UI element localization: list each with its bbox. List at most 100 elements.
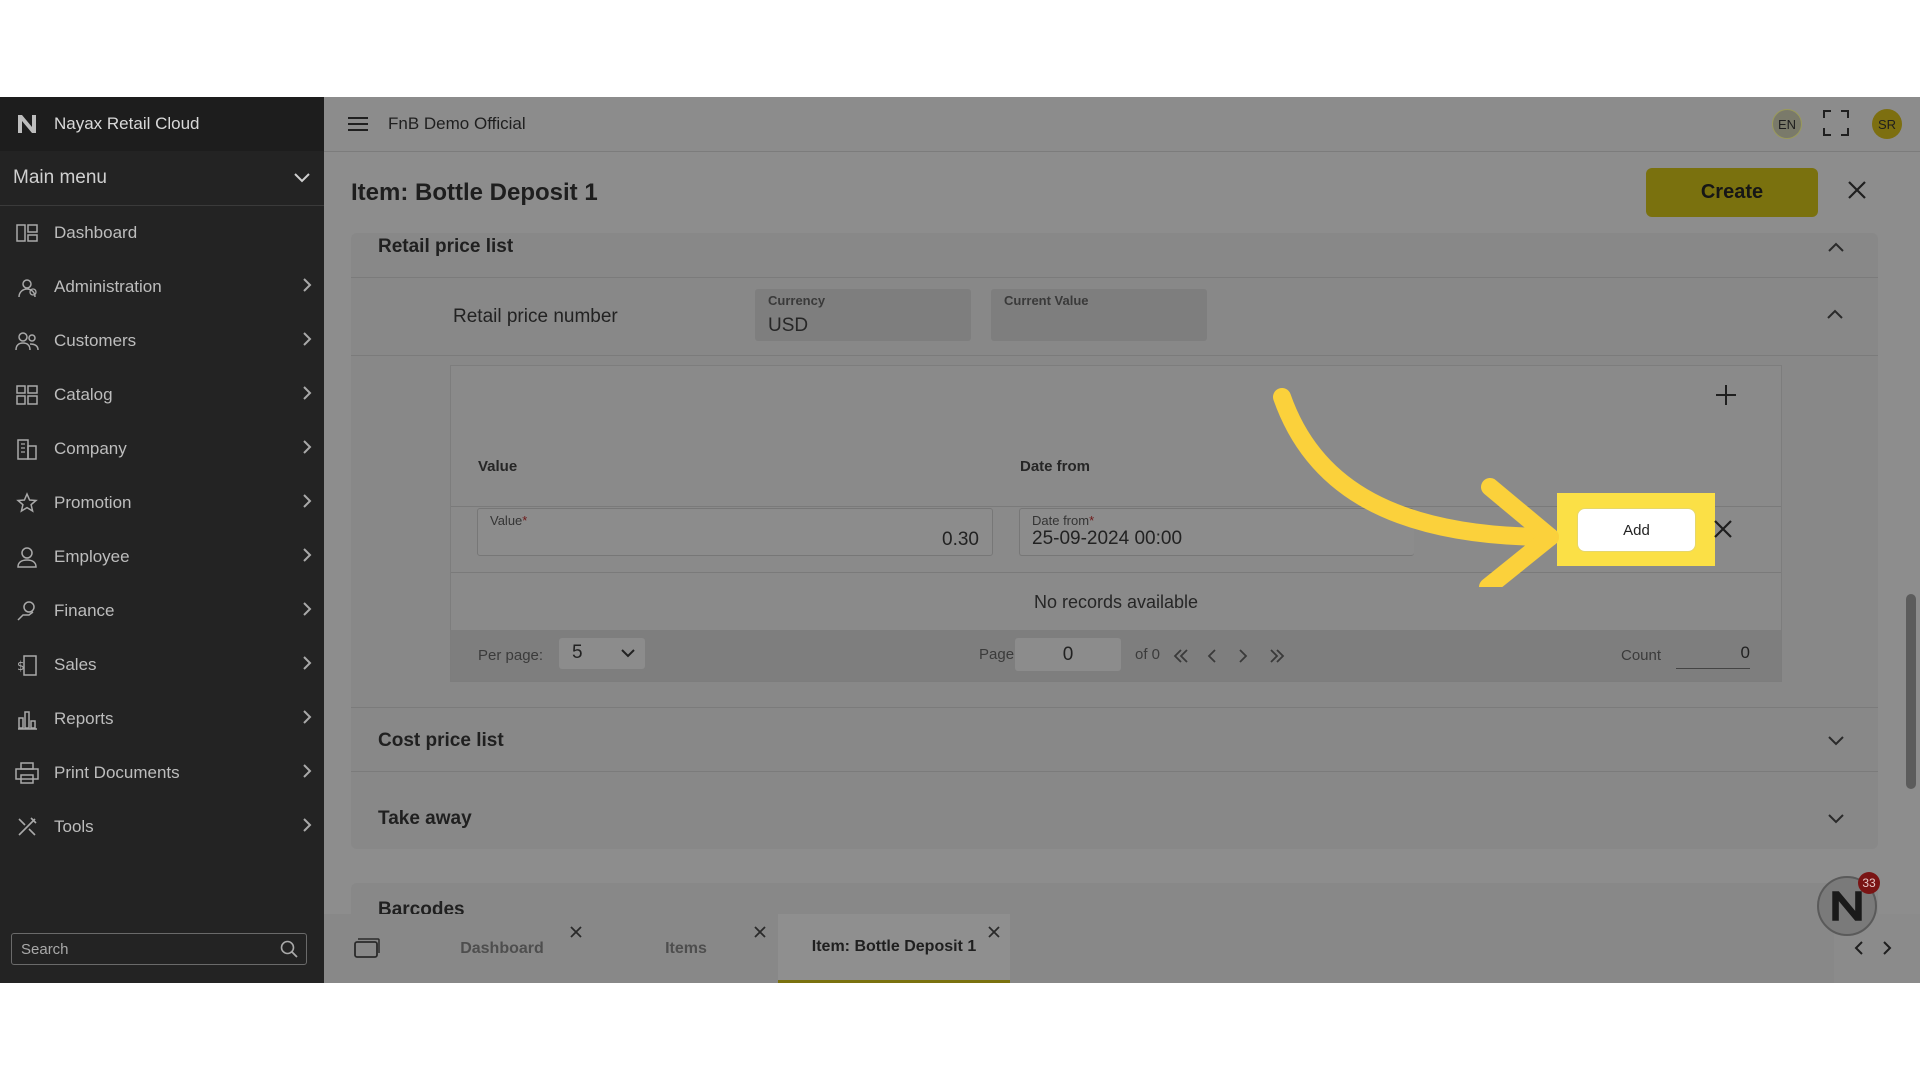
last-page-icon[interactable] (1269, 649, 1285, 663)
nayax-logo-icon (18, 115, 36, 133)
chevron-down-icon (294, 173, 310, 183)
fullscreen-icon[interactable] (1822, 109, 1850, 137)
sidebar-item-catalog[interactable]: Catalog (0, 368, 324, 422)
chevron-right-icon (303, 278, 312, 292)
section-title: Cost price list (378, 730, 504, 751)
hamburger-menu-icon[interactable] (348, 116, 368, 132)
tools-icon (14, 815, 40, 839)
sidebar-item-finance[interactable]: Finance (0, 584, 324, 638)
chevron-right-icon (303, 548, 312, 562)
sidebar-search-input[interactable]: Search (11, 933, 307, 965)
star-icon (14, 491, 40, 515)
sidebar-item-label: Employee (54, 547, 130, 566)
svg-text:$: $ (17, 659, 25, 673)
dashboard-icon (14, 221, 40, 245)
sidebar-item-company[interactable]: Company (0, 422, 324, 476)
sidebar-item-label: Catalog (54, 385, 113, 404)
printer-icon (14, 761, 40, 785)
previous-page-icon[interactable] (1207, 649, 1217, 663)
date-from-input-label: Date from* (1032, 513, 1095, 528)
close-tab-icon[interactable] (988, 926, 1000, 938)
chevron-left-icon[interactable] (1854, 940, 1864, 956)
sidebar-item-label: Reports (54, 709, 114, 728)
divider (351, 277, 1878, 278)
currency-label: Currency (768, 293, 826, 308)
column-header-value: Value (478, 458, 518, 475)
chevron-right-icon (303, 818, 312, 832)
take-away-header[interactable]: Take away (351, 789, 1878, 849)
first-page-icon[interactable] (1173, 649, 1189, 663)
tab-label: Dashboard (460, 939, 544, 957)
close-icon[interactable] (1848, 181, 1866, 199)
employee-icon (14, 545, 40, 569)
divider (351, 355, 1878, 356)
brand-name: Nayax Retail Cloud (54, 114, 200, 133)
divider (351, 771, 1878, 772)
sidebar-item-label: Administration (54, 277, 162, 296)
create-button[interactable]: Create (1646, 168, 1818, 217)
currency-field[interactable]: Currency USD (755, 289, 971, 341)
close-tab-icon[interactable] (754, 926, 766, 938)
sidebar-item-reports[interactable]: Reports (0, 692, 324, 746)
sidebar-item-dashboard[interactable]: Dashboard (0, 206, 324, 260)
page-of-label: of 0 (1135, 646, 1161, 663)
next-page-icon[interactable] (1238, 649, 1248, 663)
add-button[interactable]: Add (1577, 508, 1696, 552)
count-label: Count (1621, 647, 1662, 664)
sidebar-item-sales[interactable]: $ Sales (0, 638, 324, 692)
close-icon[interactable] (1714, 520, 1732, 538)
currency-value: USD (768, 315, 809, 336)
page-label: Page (979, 646, 1015, 663)
value-input[interactable]: Value* 0.30 (477, 508, 993, 556)
main-menu-toggle[interactable]: Main menu (0, 151, 324, 206)
organization-name[interactable]: FnB Demo Official (388, 114, 526, 134)
plus-icon[interactable] (1715, 384, 1737, 406)
per-page-select[interactable]: 5 (559, 638, 645, 669)
close-tab-icon[interactable] (570, 926, 582, 938)
chevron-right-icon (303, 386, 312, 400)
sidebar-item-tools[interactable]: Tools (0, 800, 324, 854)
pagination-bar: Per page: 5 Page 0 of 0 Count 0 (451, 630, 1781, 681)
sidebar-item-employee[interactable]: Employee (0, 530, 324, 584)
sidebar-item-customers[interactable]: Customers (0, 314, 324, 368)
divider (351, 707, 1878, 708)
chevron-right-icon[interactable] (1882, 940, 1892, 956)
sidebar-item-administration[interactable]: Administration (0, 260, 324, 314)
user-avatar[interactable]: SR (1872, 109, 1902, 139)
scrollbar-thumb[interactable] (1906, 594, 1916, 789)
tab-item-bottle-deposit[interactable]: Item: Bottle Deposit 1 (778, 914, 1010, 983)
chevron-right-icon (303, 656, 312, 670)
sidebar-item-print-documents[interactable]: Print Documents (0, 746, 324, 800)
sidebar-item-promotion[interactable]: Promotion (0, 476, 324, 530)
sidebar-item-label: Finance (54, 601, 115, 620)
sidebar-item-label: Company (54, 439, 127, 458)
brand[interactable]: Nayax Retail Cloud (0, 97, 324, 151)
sidebar-item-label: Customers (54, 331, 137, 350)
chevron-right-icon (303, 332, 312, 346)
customers-icon (14, 329, 40, 353)
count-value: 0 (1676, 638, 1750, 669)
page-title: Item: Bottle Deposit 1 (351, 179, 598, 206)
topbar: FnB Demo Official EN SR (324, 97, 1920, 152)
no-records-message: No records available (1033, 592, 1199, 612)
tab-items[interactable]: Items (596, 914, 776, 983)
cost-price-list-header[interactable]: Cost price list (351, 711, 1878, 771)
retail-price-list-header[interactable]: Retail price list (351, 217, 1878, 277)
section-title: Retail price list (378, 236, 514, 257)
company-icon (14, 437, 40, 461)
windows-icon[interactable] (354, 938, 380, 958)
tab-dashboard[interactable]: Dashboard (412, 914, 592, 983)
catalog-icon (14, 383, 40, 407)
chevron-right-icon (303, 710, 312, 724)
chevron-right-icon (303, 440, 312, 454)
current-value-field[interactable]: Current Value (991, 289, 1207, 341)
pointer-arrow-icon (1273, 388, 1559, 587)
chevron-right-icon (303, 602, 312, 616)
finance-icon (14, 599, 40, 623)
chevron-up-icon[interactable] (1827, 309, 1843, 319)
language-selector[interactable]: EN (1772, 109, 1802, 139)
sales-icon: $ (14, 653, 40, 677)
tab-label: Item: Bottle Deposit 1 (811, 938, 977, 955)
page-input[interactable]: 0 (1015, 638, 1121, 671)
per-page-value: 5 (572, 642, 583, 663)
